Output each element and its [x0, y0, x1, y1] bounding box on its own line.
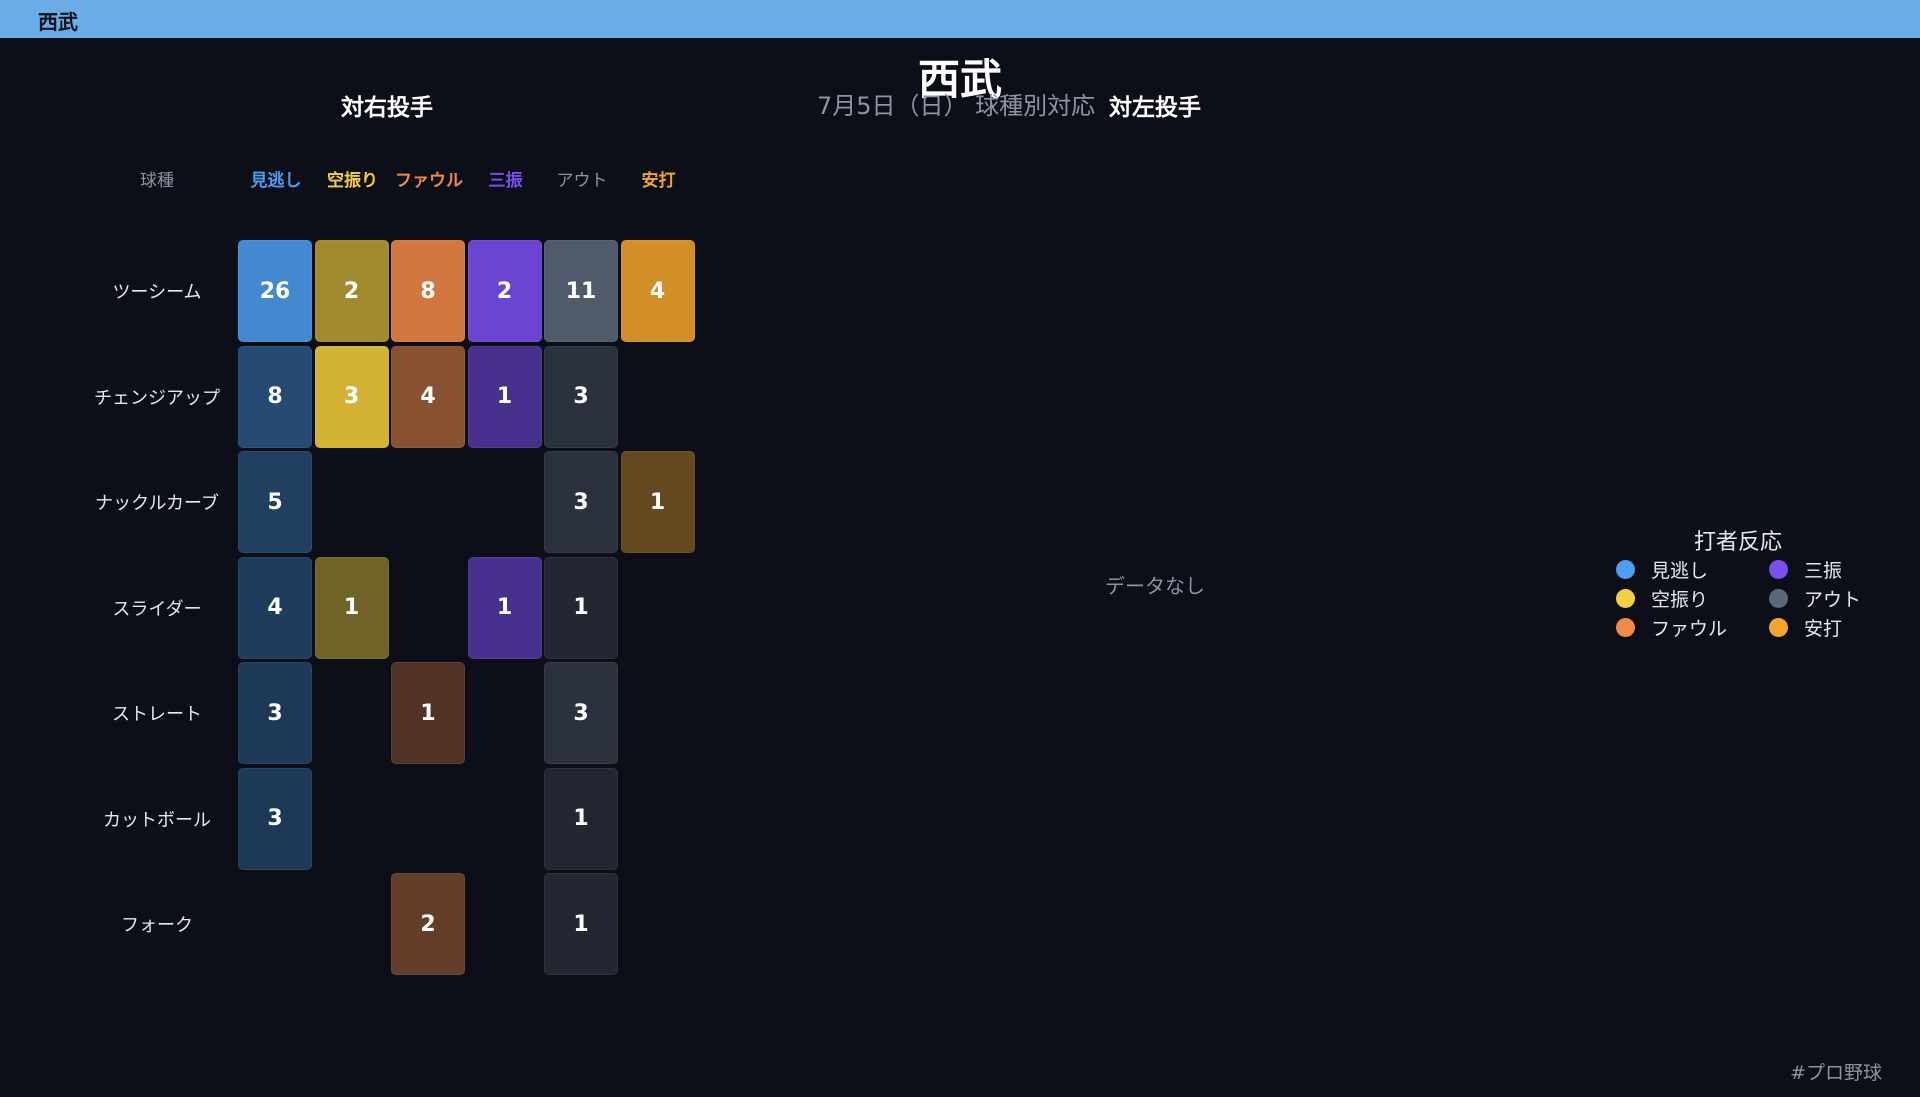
legend-item-2: ファウル [1616, 616, 1728, 640]
legend-item-3: 三振 [1769, 558, 1843, 582]
heatmap-cell-0-4: 11 [544, 240, 618, 342]
legend-item-5: 安打 [1769, 616, 1843, 640]
hashtag: #プロ野球 [1790, 1062, 1882, 1084]
heatmap-cell-0-0: 26 [238, 240, 312, 342]
heatmap-cell-0-1: 2 [314, 240, 389, 342]
heatmap-cell-0-5: 4 [620, 240, 695, 342]
top-bar-title: 西武 [38, 10, 78, 34]
heatmap-cell-0-3: 2 [467, 240, 542, 342]
legend-item-1: 空振り [1616, 587, 1709, 611]
legend-label-5: 安打 [1804, 617, 1843, 640]
column-header-3: 三振 [488, 171, 523, 191]
legend-item-4: アウト [1769, 587, 1862, 611]
heatmap-cell-2-0: 5 [238, 451, 312, 553]
legend-label-0: 見逃し [1651, 559, 1709, 582]
legend-label-4: アウト [1804, 588, 1862, 611]
heatmap-cell-3-0: 4 [238, 556, 312, 659]
heatmap-cell-3-3: 1 [467, 556, 542, 659]
heatmap-cell-1-0: 8 [238, 345, 312, 448]
row-label-6: フォーク [121, 915, 193, 936]
legend-swatch-2 [1616, 617, 1635, 637]
legend-label-3: 三振 [1804, 559, 1843, 582]
heatmap-cell-5-0: 3 [238, 767, 312, 870]
heatmap-cell-1-1: 3 [314, 345, 389, 448]
row-label-3: スライダー [112, 598, 202, 620]
legend-swatch-5 [1769, 617, 1788, 637]
panel-title-right: 対右投手 [341, 95, 433, 121]
heatmap-cell-1-3: 1 [467, 345, 542, 448]
heatmap-cell-2-5: 1 [620, 451, 695, 553]
heatmap-cell-0-2: 8 [391, 240, 465, 342]
row-label-5: カットボール [103, 809, 211, 831]
legend-swatch-1 [1616, 588, 1635, 608]
row-label-1: チェンジアップ [94, 387, 220, 409]
heatmap-cell-2-4: 3 [544, 451, 618, 553]
row-label-4: ストレート [112, 704, 202, 725]
heatmap-cell-1-2: 4 [391, 345, 465, 448]
column-header-0: 見逃し [250, 171, 302, 191]
heatmap-cell-3-4: 1 [544, 556, 618, 659]
heatmap-cell-6-2: 2 [391, 873, 465, 975]
column-header-5: 安打 [641, 171, 676, 191]
row-label-0: ツーシーム [112, 282, 202, 303]
heatmap-cell-6-4: 1 [544, 873, 618, 975]
row-header-label: 球種 [140, 171, 174, 191]
heatmap-cell-4-0: 3 [238, 662, 312, 764]
heatmap-cell-4-4: 3 [544, 662, 618, 764]
column-header-4: アウト [556, 171, 608, 191]
legend-label-2: ファウル [1651, 617, 1728, 640]
legend-item-0: 見逃し [1616, 558, 1709, 582]
legend-title: 打者反応 [1693, 530, 1783, 555]
panel-title-left: 対左投手 [1109, 95, 1201, 121]
column-header-1: 空振り [327, 171, 378, 191]
column-header-2: ファウル [395, 171, 463, 191]
heatmap-cell-4-2: 1 [391, 662, 465, 764]
row-label-2: ナックルカーブ [95, 493, 219, 514]
no-data-message: データなし [1105, 574, 1205, 598]
legend-label-1: 空振り [1651, 588, 1709, 611]
page-subtitle: 7月5日（日） 球種別対応 [817, 92, 1096, 120]
heatmap-cell-3-1: 1 [314, 556, 389, 659]
heatmap-cell-1-4: 3 [544, 345, 618, 448]
legend-swatch-4 [1769, 588, 1788, 608]
legend-swatch-3 [1769, 559, 1788, 579]
heatmap-cell-5-4: 1 [544, 767, 618, 870]
legend-swatch-0 [1616, 559, 1635, 579]
top-bar: 西武 [0, 0, 1920, 38]
